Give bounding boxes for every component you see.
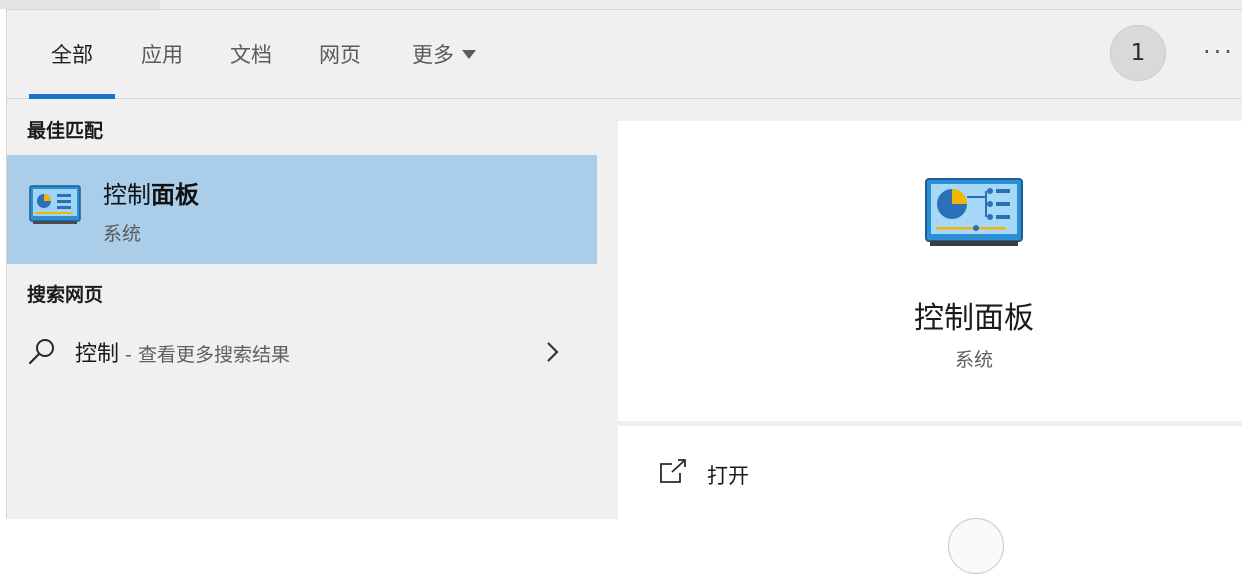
preview-card: 控制面板 系统 xyxy=(618,121,1242,421)
tab-all[interactable]: 全部 xyxy=(29,10,115,99)
badge-count: 1 xyxy=(1130,40,1146,66)
tab-web-label: 网页 xyxy=(319,43,361,67)
web-search-query: 控制 - 查看更多搜索结果 xyxy=(75,336,290,368)
action-icon-peek xyxy=(948,518,1004,574)
user-badge[interactable]: 1 xyxy=(1110,25,1166,81)
search-icon xyxy=(27,336,57,370)
tab-all-label: 全部 xyxy=(51,43,93,67)
open-icon xyxy=(658,458,688,490)
tab-web[interactable]: 网页 xyxy=(307,10,373,98)
top-strip-segment xyxy=(0,0,160,9)
section-title-web-search: 搜索网页 xyxy=(27,284,104,306)
preview-subtitle: 系统 xyxy=(954,349,993,371)
tab-apps[interactable]: 应用 xyxy=(129,10,195,98)
best-match-result[interactable]: 控制面板 系统 xyxy=(7,155,597,264)
title-prefix: 控制 xyxy=(103,181,151,209)
window-top-strip xyxy=(0,0,1242,9)
actions-panel: 打开 xyxy=(618,426,1242,574)
tab-apps-label: 应用 xyxy=(141,43,183,67)
search-panel: 全部 应用 文档 网页 更多 1 ··· 最佳匹配 控制面板 系统 搜索网页 控… xyxy=(6,9,1242,574)
best-match-subtitle: 系统 xyxy=(103,223,142,245)
section-title-best-match: 最佳匹配 xyxy=(27,120,104,142)
query-hint: - 查看更多搜索结果 xyxy=(119,344,290,366)
tab-more[interactable]: 更多 xyxy=(399,10,489,98)
preview-title: 控制面板 xyxy=(914,301,1034,336)
query-text: 控制 xyxy=(75,342,120,367)
caret-down-icon xyxy=(462,49,476,59)
tab-more-label: 更多 xyxy=(412,43,454,67)
chevron-right-icon[interactable] xyxy=(543,340,563,368)
title-suffix: 面板 xyxy=(151,181,199,209)
control-panel-large-icon xyxy=(924,177,1024,251)
best-match-title: 控制面板 xyxy=(103,175,199,210)
open-label: 打开 xyxy=(707,464,749,488)
open-action[interactable]: 打开 xyxy=(618,454,1242,494)
tab-documents-label: 文档 xyxy=(230,43,272,67)
tab-documents[interactable]: 文档 xyxy=(218,10,284,98)
control-panel-icon xyxy=(29,185,81,229)
web-search-result[interactable]: 控制 - 查看更多搜索结果 xyxy=(7,326,597,376)
ellipsis-icon[interactable]: ··· xyxy=(1203,32,1242,72)
tab-bar: 全部 应用 文档 网页 更多 1 ··· xyxy=(7,10,1242,99)
